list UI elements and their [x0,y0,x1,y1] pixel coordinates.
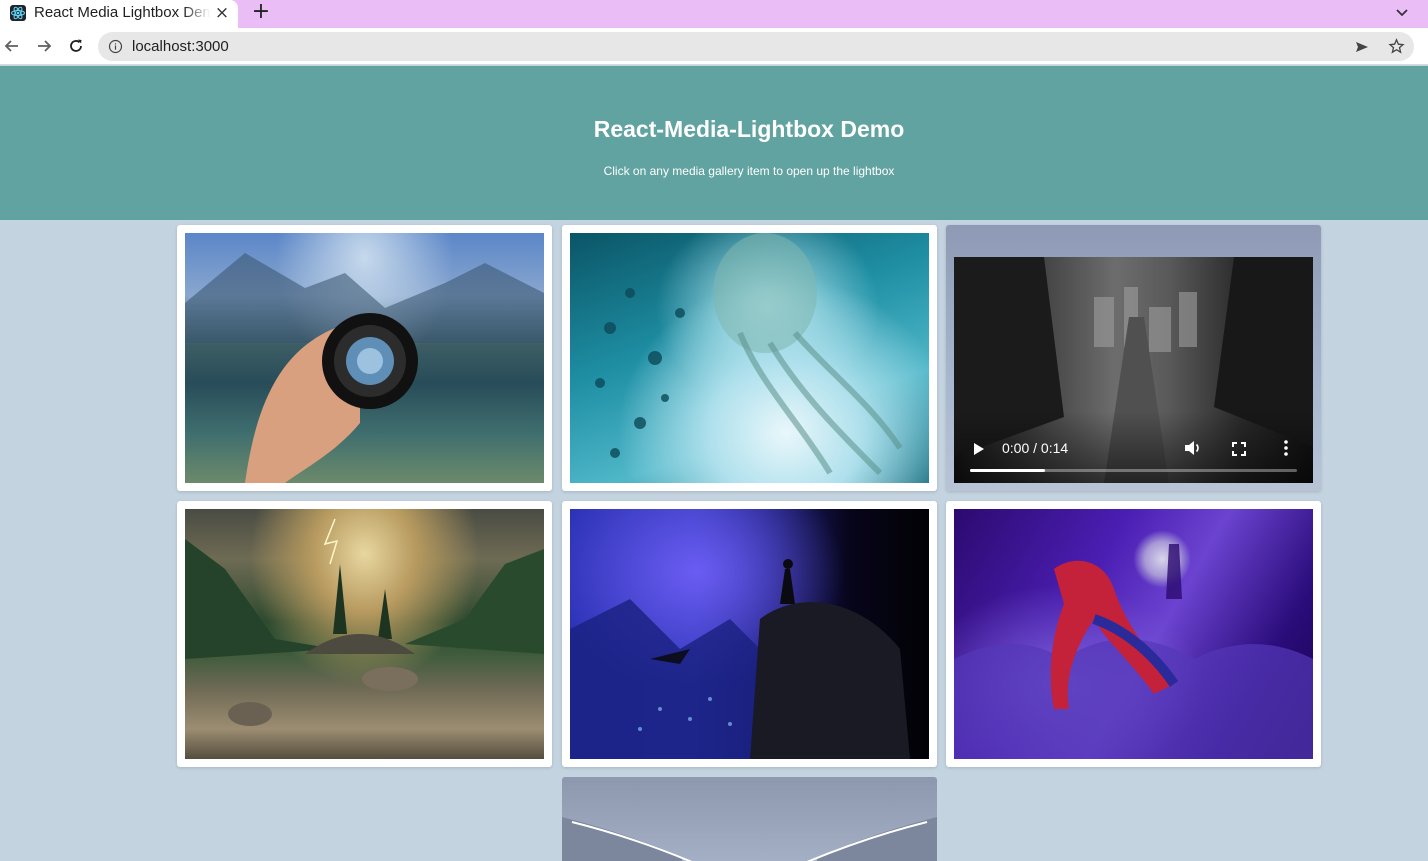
page-title: React-Media-Lightbox Demo [593,116,905,142]
gallery-item[interactable] [562,225,937,491]
play-icon[interactable] [972,441,986,455]
fullscreen-icon[interactable] [1232,441,1246,456]
address-bar[interactable]: localhost:3000 [98,32,1414,61]
jellyfish-photo [570,233,929,483]
gallery-video-item[interactable]: 0:00 / 0:14 [946,225,1321,491]
react-logo-icon [10,5,26,21]
more-options-icon[interactable] [1284,440,1288,456]
page-content: React-Media-Lightbox Demo Click on any m… [0,66,1428,861]
camera-lens-photo [185,233,544,483]
browser-toolbar: localhost:3000 [0,28,1428,65]
reload-icon[interactable] [66,36,86,56]
info-icon[interactable] [108,39,123,54]
url-text[interactable]: localhost:3000 [132,38,229,55]
browser-tab[interactable]: React Media Lightbox Demo × [0,0,238,28]
forward-arrow-icon[interactable] [34,36,54,56]
gallery-item[interactable] [562,501,937,767]
volume-icon[interactable] [1184,440,1202,456]
gallery-item[interactable] [946,501,1321,767]
video-controls: 0:00 / 0:14 [954,411,1313,483]
chevron-down-icon[interactable] [1392,2,1412,22]
corridor-video [562,817,937,861]
send-icon[interactable] [1354,39,1370,55]
city-video-player[interactable]: 0:00 / 0:14 [954,257,1313,483]
video-time: 0:00 / 0:14 [1002,440,1069,456]
gallery-item[interactable] [177,225,552,491]
tab-strip: React Media Lightbox Demo × + [0,0,1428,28]
spider-man-photo [954,509,1313,759]
gallery-video-item[interactable] [562,777,937,861]
tab-title: React Media Lightbox Demo [34,4,210,21]
hero-banner: React-Media-Lightbox Demo Click on any m… [0,66,1428,220]
black-panther-photo [570,509,929,759]
close-tab-icon[interactable]: × [213,4,231,22]
gallery-item[interactable] [177,501,552,767]
new-tab-button[interactable]: + [250,1,272,23]
bookmark-star-icon[interactable] [1388,38,1405,55]
page-subtitle: Click on any media gallery item to open … [603,164,895,178]
back-arrow-icon[interactable] [2,36,22,56]
video-progress [970,469,1046,472]
video-seek-bar[interactable] [970,469,1297,472]
mountain-lake-photo [185,509,544,759]
